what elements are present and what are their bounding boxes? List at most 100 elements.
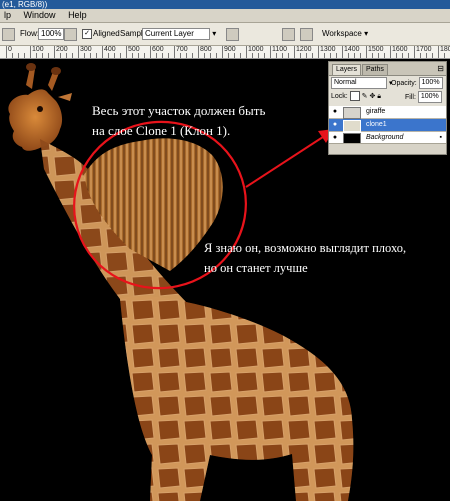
ruler-label: 400 <box>104 46 116 53</box>
menu-item-filter[interactable]: lp <box>0 9 17 22</box>
ruler-subtick <box>18 53 19 58</box>
ruler-label: 0 <box>8 46 12 53</box>
workspace-button[interactable]: Workspace ▾ <box>322 28 368 40</box>
ruler-label: 1000 <box>248 46 264 53</box>
ruler-subtick <box>396 53 397 58</box>
lock-pixels-icon[interactable]: ✎ <box>362 93 368 100</box>
ruler-label: 1400 <box>344 46 360 53</box>
ruler-subtick <box>402 53 403 58</box>
fill-label: Fill: <box>405 93 416 101</box>
eye-icon[interactable]: ● <box>330 107 340 117</box>
flow-field[interactable]: 100% <box>38 28 65 40</box>
menu-bar: lp Window Help <box>0 9 450 23</box>
blend-mode-value: Normal <box>331 77 387 89</box>
menu-item-help[interactable]: Help <box>64 9 93 22</box>
annotation-note-1-line-1: Весь этот участок должен быть <box>92 103 266 118</box>
lock-position-icon[interactable]: ✥ <box>369 93 375 100</box>
ruler-tick <box>198 46 199 58</box>
lock-all-icon[interactable]: 🔒︎ <box>377 93 381 100</box>
aligned-label: Aligned <box>93 29 120 38</box>
ruler-label: 1600 <box>392 46 408 53</box>
ruler-tick <box>126 46 127 58</box>
file-browser-icon[interactable] <box>282 28 295 41</box>
ruler-subtick <box>372 53 373 58</box>
ruler-tick <box>390 46 391 58</box>
ruler-subtick <box>324 53 325 58</box>
ruler-subtick <box>276 53 277 58</box>
layer-name: clone1 <box>366 121 387 128</box>
eye-icon[interactable]: ● <box>330 120 340 130</box>
ruler-subtick <box>252 53 253 58</box>
tab-layers[interactable]: Layers <box>332 64 362 75</box>
ruler-tick <box>294 46 295 58</box>
ruler-tick <box>438 46 439 58</box>
ruler-subtick <box>42 53 43 58</box>
ruler-subtick <box>408 53 409 58</box>
flow-value: 100% <box>38 28 65 40</box>
lock-label: Lock: <box>331 93 348 100</box>
flow-label: Flow: <box>20 29 40 38</box>
annotation-note-1-line-2: на слое Clone 1 (Клон 1). <box>92 123 231 138</box>
ruler-label: 1500 <box>368 46 384 53</box>
menu-item-window[interactable]: Window <box>20 9 62 22</box>
brush-preset-icon[interactable] <box>2 28 15 41</box>
ruler-subtick <box>378 53 379 58</box>
sample-select[interactable]: Current Layer ▾ <box>142 28 216 40</box>
ruler-label: 200 <box>56 46 68 53</box>
lock-row: Lock: ✎ ✥ 🔒︎ <box>331 91 381 102</box>
ruler-label: 300 <box>80 46 92 53</box>
ruler-tick <box>6 46 7 58</box>
annotation-note-2-line-2: но он станет лучше <box>204 261 308 275</box>
panel-menu-icon[interactable]: ⊟ <box>437 64 444 73</box>
ruler-subtick <box>120 53 121 58</box>
opacity-value: 100% <box>418 77 443 89</box>
ruler-subtick <box>330 53 331 58</box>
ruler-tick <box>102 46 103 58</box>
ruler-label: 1300 <box>320 46 336 53</box>
ruler-subtick <box>306 53 307 58</box>
ruler-label: 500 <box>128 46 140 53</box>
ruler-tick <box>54 46 55 58</box>
tab-paths[interactable]: Paths <box>362 64 388 75</box>
ruler-tick <box>318 46 319 58</box>
blend-mode-select[interactable]: Normal ▾ <box>331 77 392 89</box>
opacity-label: Opacity: <box>391 79 417 87</box>
ruler-subtick <box>96 53 97 58</box>
eye-icon[interactable]: ● <box>330 133 340 143</box>
fill-control[interactable]: Fill: 100% <box>405 91 442 103</box>
lock-transparency-icon[interactable] <box>349 91 360 102</box>
layer-row-clone1[interactable]: ● clone1 <box>329 119 446 132</box>
opacity-control[interactable]: Opacity: 100% <box>391 77 443 89</box>
fill-value: 100% <box>417 91 442 103</box>
ruler-subtick <box>36 53 37 58</box>
ruler-subtick <box>66 53 67 58</box>
ruler-subtick <box>444 53 445 58</box>
ruler-tick <box>30 46 31 58</box>
ruler-tick <box>78 46 79 58</box>
aligned-checkbox[interactable]: ✓ <box>82 28 92 40</box>
ruler-label: 100 <box>32 46 44 53</box>
ruler-label: 1100 <box>272 46 288 53</box>
ruler-tick <box>150 46 151 58</box>
layer-row-giraffe[interactable]: ● giraffe <box>329 106 446 119</box>
ruler-tick <box>246 46 247 58</box>
ruler-subtick <box>360 53 361 58</box>
ruler-subtick <box>144 53 145 58</box>
annotation-note-2: Я знаю он, возможно выглядит плохо, но о… <box>204 238 406 278</box>
annotation-note-2-line-1: Я знаю он, возможно выглядит плохо, <box>204 241 407 255</box>
layers-panel: Layers Paths ⊟ Normal ▾ Opacity: 100% Lo… <box>328 61 447 155</box>
ruler-subtick <box>420 53 421 58</box>
annotation-note-1: Весь этот участок должен быть на слое Cl… <box>92 101 265 141</box>
window-title-bar: (e1, RGB/8)) <box>0 0 450 9</box>
ruler-subtick <box>72 53 73 58</box>
ruler-label: 800 <box>200 46 212 53</box>
ruler-subtick <box>348 53 349 58</box>
layer-thumbnail <box>343 120 361 132</box>
airbrush-icon[interactable] <box>64 28 77 41</box>
ruler-tick <box>174 46 175 58</box>
ruler-label: 1800 <box>440 46 450 53</box>
ruler-subtick <box>90 53 91 58</box>
ignore-adjustment-icon[interactable] <box>226 28 239 41</box>
bridge-icon[interactable] <box>300 28 313 41</box>
ruler-subtick <box>114 53 115 58</box>
